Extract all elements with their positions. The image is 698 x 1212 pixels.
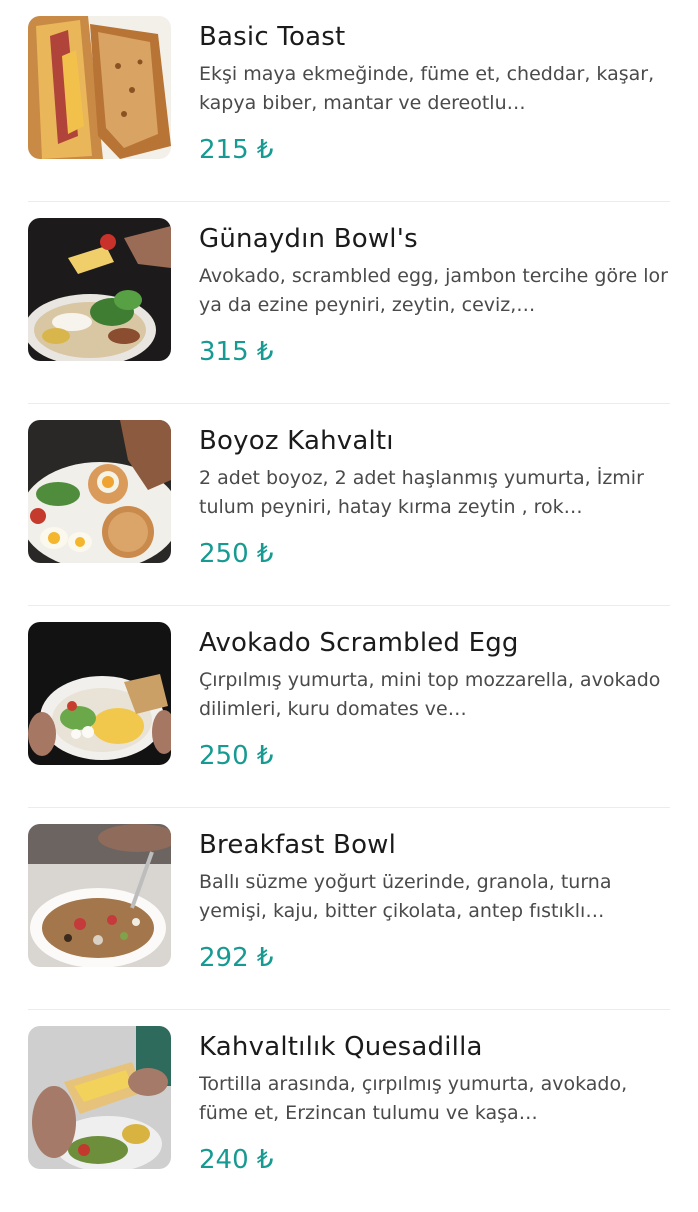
granola-bowl-photo-icon[interactable] bbox=[28, 824, 171, 967]
item-description: Tortilla arasında, çırpılmış yumurta, av… bbox=[199, 1073, 628, 1124]
item-name: Basic Toast bbox=[199, 22, 346, 52]
bowl-photo-icon[interactable] bbox=[28, 218, 171, 361]
menu-item-basic-toast[interactable]: Basic Toast Ekşi maya ekmeğinde, füme et… bbox=[28, 0, 670, 202]
quesadilla-photo-icon[interactable] bbox=[28, 1026, 171, 1169]
item-name: Breakfast Bowl bbox=[199, 830, 397, 860]
item-price: 292 ₺ bbox=[199, 943, 274, 973]
item-name: Boyoz Kahvaltı bbox=[199, 426, 394, 456]
breakfast-plate-photo-icon[interactable] bbox=[28, 420, 171, 563]
item-name: Avokado Scrambled Egg bbox=[199, 628, 519, 658]
menu-item-breakfast-bowl[interactable]: Breakfast Bowl Ballı süzme yoğurt üzerin… bbox=[28, 808, 670, 1010]
menu-item-boyoz-kahvalti[interactable]: Boyoz Kahvaltı 2 adet boyoz, 2 adet haşl… bbox=[28, 404, 670, 606]
menu-item-gunaydin-bowls[interactable]: Günaydın Bowl's Avokado, scrambled egg, … bbox=[28, 202, 670, 404]
item-price: 215 ₺ bbox=[199, 135, 274, 165]
item-description: Ballı süzme yoğurt üzerinde, granola, tu… bbox=[199, 871, 612, 922]
scrambled-egg-bowl-photo-icon[interactable] bbox=[28, 622, 171, 765]
item-description: Çırpılmış yumurta, mini top mozzarella, … bbox=[199, 669, 661, 720]
item-price: 240 ₺ bbox=[199, 1145, 274, 1175]
item-name: Kahvaltılık Quesadilla bbox=[199, 1032, 483, 1062]
item-description: 2 adet boyoz, 2 adet haşlanmış yumurta, … bbox=[199, 467, 644, 518]
item-price: 250 ₺ bbox=[199, 539, 274, 569]
toast-photo-icon[interactable] bbox=[28, 16, 171, 159]
menu-item-avokado-scrambled-egg[interactable]: Avokado Scrambled Egg Çırpılmış yumurta,… bbox=[28, 606, 670, 808]
item-price: 315 ₺ bbox=[199, 337, 274, 367]
item-description: Ekşi maya ekmeğinde, füme et, cheddar, k… bbox=[199, 63, 655, 114]
item-price: 250 ₺ bbox=[199, 741, 274, 771]
item-description: Avokado, scrambled egg, jambon tercihe g… bbox=[199, 265, 668, 316]
menu-item-kahvaltilik-quesadilla[interactable]: Kahvaltılık Quesadilla Tortilla arasında… bbox=[28, 1010, 670, 1212]
item-name: Günaydın Bowl's bbox=[199, 224, 418, 254]
